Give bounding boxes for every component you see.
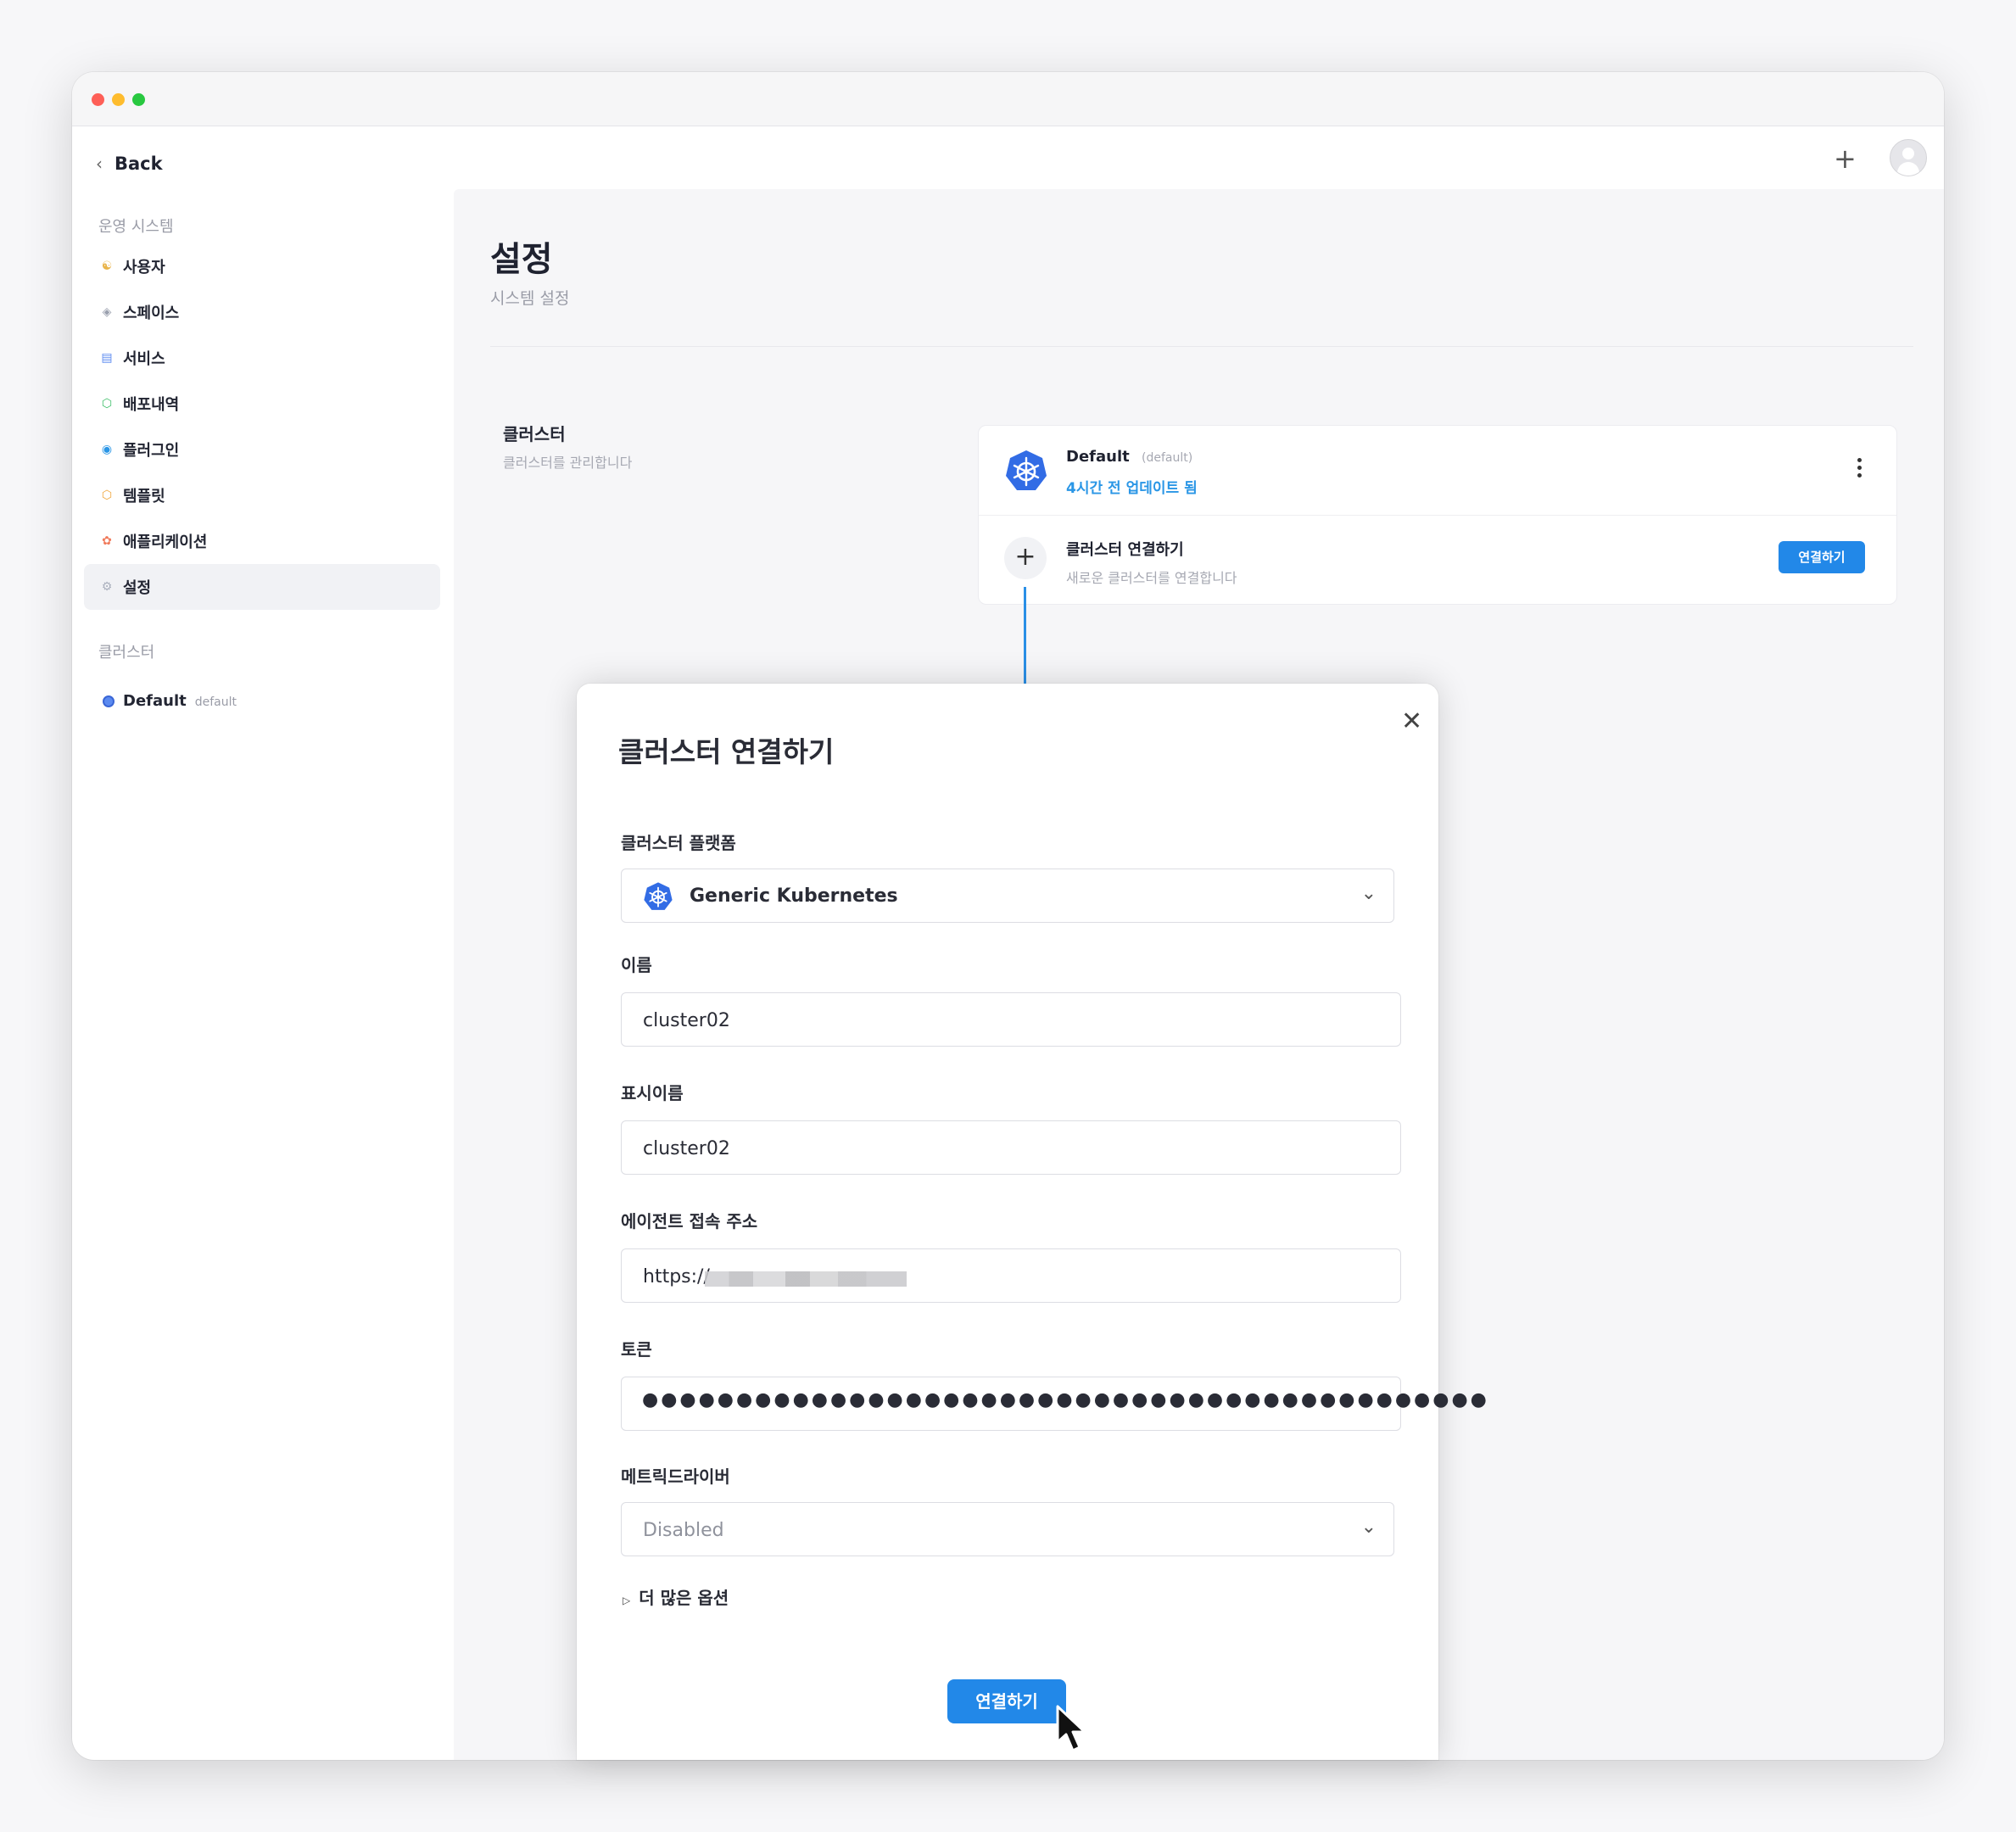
platform-select[interactable]: Generic Kubernetes ⌄ bbox=[621, 869, 1394, 923]
display-name-label: 표시이름 bbox=[621, 1083, 684, 1103]
kubernetes-icon bbox=[644, 882, 673, 910]
back-button[interactable]: ‹ Back bbox=[96, 154, 163, 174]
sidebar-item-plugins[interactable]: ◉ 플러그인 bbox=[84, 427, 440, 472]
triangle-right-icon: ▷ bbox=[623, 1595, 631, 1606]
sidebar-item-label: 서비스 bbox=[123, 350, 165, 368]
sidebar-item-label: 설정 bbox=[123, 579, 152, 597]
cluster-row-connect: + 클러스터 연결하기 새로운 클러스터를 연결합니다 연결하기 bbox=[979, 515, 1896, 605]
more-options-label: 더 많은 옵션 bbox=[639, 1588, 729, 1608]
cluster-card: Default (default) 4시간 전 업데이트 됨 + 클러스터 연결… bbox=[978, 425, 1897, 605]
sidebar-item-applications[interactable]: ✿ 애플리케이션 bbox=[84, 518, 440, 564]
sidebar-item-label: 애플리케이션 bbox=[123, 533, 208, 551]
metric-driver-value: Disabled bbox=[643, 1520, 724, 1541]
gear-icon: ⚙ bbox=[101, 580, 113, 594]
cluster-default-name: Default bbox=[1066, 448, 1130, 466]
sidebar-item-label: 사용자 bbox=[123, 259, 165, 276]
plus-icon[interactable]: + bbox=[1834, 142, 1857, 176]
connect-cluster-button[interactable]: 연결하기 bbox=[1779, 541, 1865, 573]
more-vertical-icon[interactable] bbox=[1857, 458, 1864, 481]
sidebar-item-label: 배포내역 bbox=[123, 396, 180, 414]
sidebar-item-label: Default default bbox=[123, 692, 237, 710]
agent-address-input[interactable]: https:// bbox=[621, 1248, 1401, 1303]
more-options-toggle[interactable]: ▷ 더 많은 옵션 bbox=[623, 1584, 729, 1609]
display-name-input[interactable]: cluster02 bbox=[621, 1120, 1401, 1175]
cluster-name: Default bbox=[123, 691, 187, 710]
metric-driver-label: 메트릭드라이버 bbox=[621, 1466, 730, 1487]
token-label: 토큰 bbox=[621, 1339, 652, 1360]
app-icon: ✿ bbox=[102, 534, 112, 548]
section-description: 클러스터를 관리합니다 bbox=[503, 455, 633, 471]
sidebar-item-label: 템플릿 bbox=[123, 488, 165, 505]
box-icon: ⬡ bbox=[101, 397, 113, 411]
divider bbox=[490, 346, 1913, 347]
plugin-icon: ◉ bbox=[101, 443, 113, 456]
agent-address-input-value: https:// bbox=[643, 1266, 710, 1287]
platform-select-value: Generic Kubernetes bbox=[690, 885, 898, 907]
template-icon: ⬡ bbox=[101, 489, 113, 502]
users-icon: ☯ bbox=[101, 260, 113, 273]
connect-cluster-desc: 새로운 클러스터를 연결합니다 bbox=[1066, 570, 1237, 586]
sidebar-item-settings[interactable]: ⚙ 설정 bbox=[84, 564, 440, 610]
connect-submit-button[interactable]: 연결하기 bbox=[947, 1679, 1066, 1723]
chevron-left-icon: ‹ bbox=[96, 154, 103, 174]
sidebar-item-label: 플러그인 bbox=[123, 442, 180, 460]
cluster-tag: default bbox=[194, 695, 237, 709]
name-input-value: cluster02 bbox=[643, 1010, 730, 1031]
mouse-cursor-icon bbox=[1056, 1705, 1086, 1752]
page-title: 설정 bbox=[490, 240, 553, 279]
token-input-value: ●●●●●●●●●●●●●●●●●●●●●●●●●●●●●●●●●●●●●●●●… bbox=[642, 1389, 1489, 1410]
title-bar bbox=[72, 72, 1944, 126]
sidebar-section-cluster: 클러스터 bbox=[98, 644, 155, 662]
sidebar-item-label: 스페이스 bbox=[123, 304, 180, 322]
token-input[interactable]: ●●●●●●●●●●●●●●●●●●●●●●●●●●●●●●●●●●●●●●●●… bbox=[621, 1377, 1487, 1431]
sidebar-item-deployments[interactable]: ⬡ 배포내역 bbox=[84, 381, 440, 427]
page-subtitle: 시스템 설정 bbox=[490, 289, 570, 308]
connect-cluster-title: 클러스터 연결하기 bbox=[1066, 541, 1184, 559]
add-cluster-icon[interactable]: + bbox=[1004, 537, 1047, 579]
platform-label: 클러스터 플랫폼 bbox=[621, 833, 736, 853]
back-label: Back bbox=[114, 154, 163, 174]
minimize-window-button[interactable] bbox=[112, 93, 125, 106]
name-input[interactable]: cluster02 bbox=[621, 992, 1401, 1047]
chevron-down-icon: ⌄ bbox=[1360, 883, 1377, 904]
layers-icon: ◈ bbox=[102, 305, 112, 319]
close-icon[interactable]: ✕ bbox=[1401, 709, 1422, 734]
display-name-input-value: cluster02 bbox=[643, 1138, 730, 1159]
avatar-body bbox=[1897, 162, 1919, 176]
cluster-row-default[interactable]: Default (default) 4시간 전 업데이트 됨 bbox=[979, 426, 1896, 515]
sidebar-item-services[interactable]: ▤ 서비스 bbox=[84, 335, 440, 381]
cluster-default-tag: (default) bbox=[1142, 451, 1193, 465]
chevron-down-icon: ⌄ bbox=[1360, 1516, 1377, 1538]
sidebar-item-users[interactable]: ☯ 사용자 bbox=[84, 243, 440, 289]
sidebar-section-ops: 운영 시스템 bbox=[98, 218, 174, 236]
cluster-default-title: Default (default) bbox=[1066, 448, 1192, 466]
section-title: 클러스터 bbox=[503, 424, 566, 444]
avatar[interactable] bbox=[1890, 139, 1927, 176]
cluster-updated-text: 4시간 전 업데이트 됨 bbox=[1066, 480, 1198, 497]
maximize-window-button[interactable] bbox=[132, 93, 145, 106]
window-icon: ▤ bbox=[101, 351, 113, 365]
modal-title: 클러스터 연결하기 bbox=[618, 735, 835, 768]
agent-address-label: 에이전트 접속 주소 bbox=[621, 1211, 758, 1232]
cluster-status-icon bbox=[103, 695, 114, 707]
sidebar-item-templates[interactable]: ⬡ 템플릿 bbox=[84, 472, 440, 518]
avatar-head bbox=[1902, 148, 1914, 159]
connect-cluster-modal: 클러스터 연결하기 ✕ 클러스터 플랫폼 Generic Kubernetes … bbox=[577, 684, 1487, 1760]
sidebar-item-cluster-default[interactable]: Default default bbox=[84, 678, 440, 723]
redacted-address bbox=[705, 1271, 907, 1287]
kubernetes-icon bbox=[1006, 450, 1047, 490]
sidebar-item-spaces[interactable]: ◈ 스페이스 bbox=[84, 289, 440, 335]
close-window-button[interactable] bbox=[92, 93, 104, 106]
name-label: 이름 bbox=[621, 955, 652, 975]
metric-driver-select[interactable]: Disabled ⌄ bbox=[621, 1502, 1394, 1556]
